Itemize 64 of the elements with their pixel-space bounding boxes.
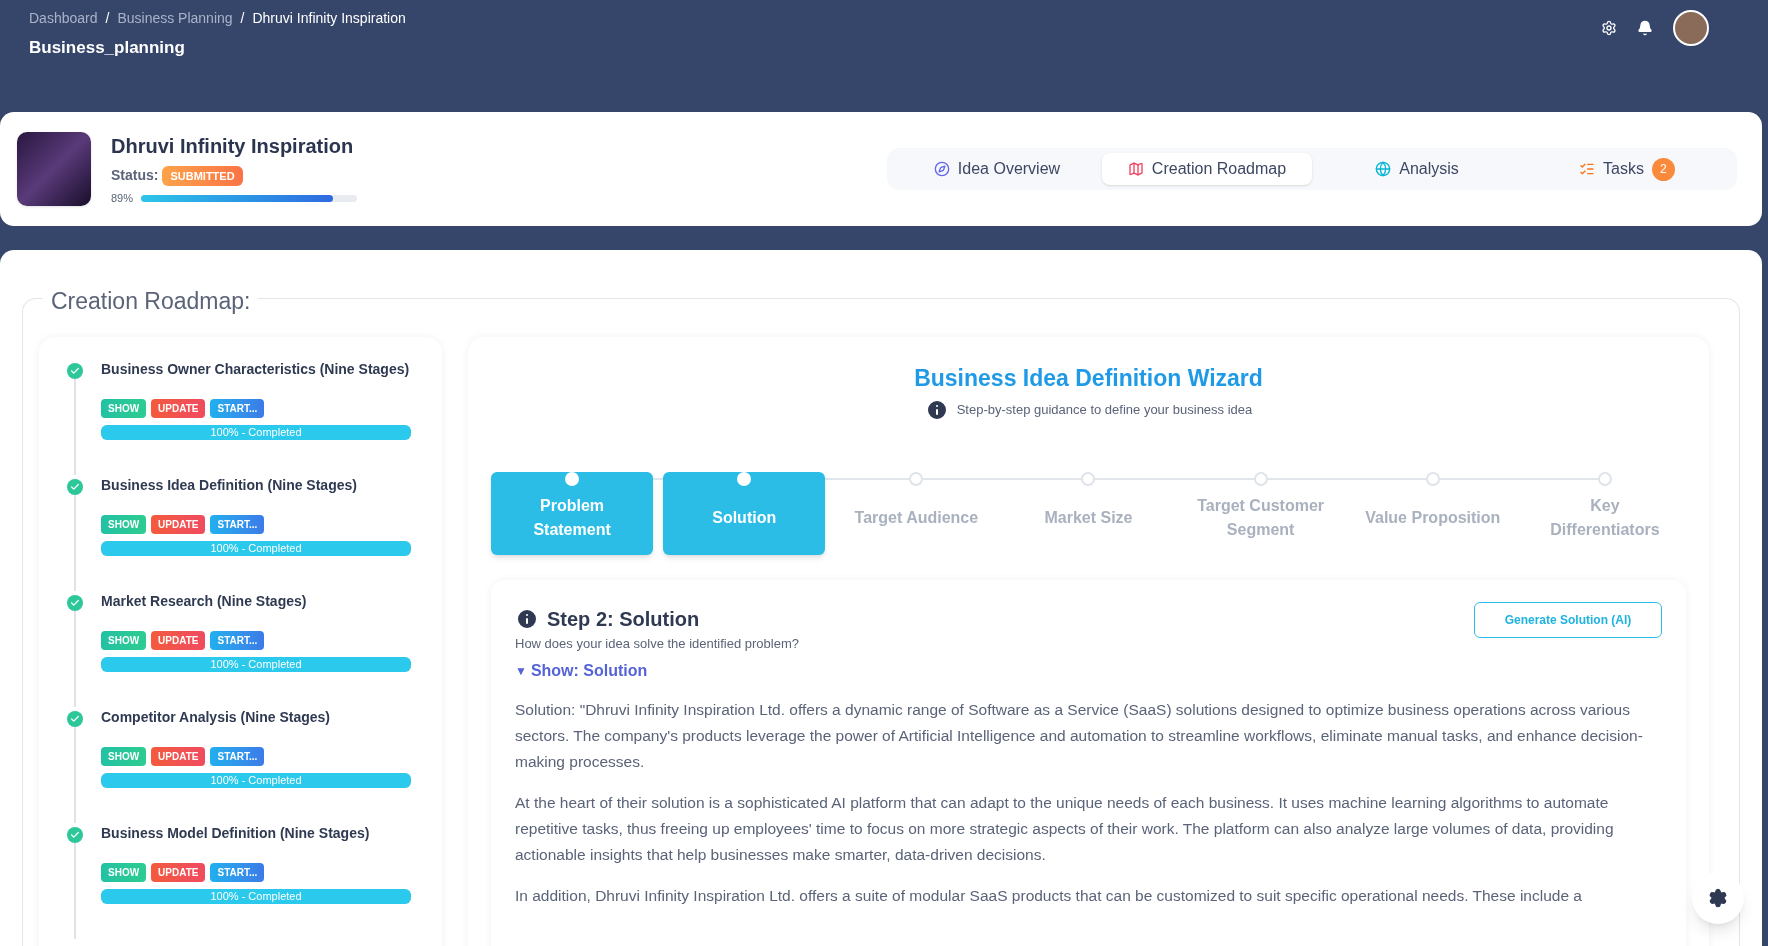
update-button[interactable]: UPDATE — [151, 747, 206, 766]
start-button[interactable]: START... — [210, 399, 265, 418]
stage-progress-text: 100% - Completed — [209, 889, 303, 904]
show-button[interactable]: SHOW — [101, 631, 147, 650]
status-label: Status: — [111, 166, 159, 186]
solution-paragraph: In addition, Dhruvi Infinity Inspiration Ltd. offers a suite of modular SaaS products that can be customized to suit specific operational needs. These include a — [515, 886, 1583, 906]
tab[interactable]: Idea Overview — [892, 153, 1102, 185]
generate-button[interactable]: Generate Solution (AI) — [1474, 601, 1662, 638]
bell-icon[interactable] — [1637, 20, 1653, 36]
update-button[interactable]: UPDATE — [151, 863, 206, 882]
checklist-icon — [1579, 161, 1596, 177]
breadcrumb-link[interactable]: Business Planning — [117, 8, 233, 29]
wizard-step[interactable]: Target Customer Segment — [1179, 471, 1342, 555]
wizard-step[interactable]: Value Proposition — [1351, 471, 1514, 555]
solution-paragraph: At the heart of their solution is a sophisticated AI platform that can adapt to the unique needs of each business. It uses machine learning algorithms to automate repetitive tasks, thus freeing up employees' time to focus on more strategic aspects of their work. The platform can also analyze large volumes of data, providing actionable insights that help businesses make smarter, data-driven decisions. — [515, 793, 1615, 865]
step-title: Step 2: Solution — [547, 606, 700, 632]
project-name: Dhruvi Infinity Inspiration — [111, 134, 355, 160]
tab[interactable]: Analysis — [1312, 153, 1522, 185]
globe-icon — [1375, 161, 1392, 177]
avatar[interactable] — [1673, 10, 1709, 46]
wizard-title: Business Idea Definition Wizard — [913, 364, 1264, 393]
update-button[interactable]: UPDATE — [151, 515, 206, 534]
wizard-step[interactable]: Solution — [663, 471, 826, 555]
start-button[interactable]: START... — [210, 747, 265, 766]
start-button[interactable]: START... — [210, 515, 265, 534]
start-button[interactable]: START... — [210, 863, 265, 882]
wizard-subtitle: Step-by-step guidance to define your business idea — [956, 400, 1253, 419]
show-button[interactable]: SHOW — [101, 515, 147, 534]
progress-percent: 89% — [111, 191, 134, 207]
stage-progress-text: 100% - Completed — [209, 425, 303, 440]
show-button[interactable]: SHOW — [101, 863, 147, 882]
stage-title: Competitor Analysis (Nine Stages) — [101, 708, 331, 727]
status-badge: SUBMITTED — [162, 165, 243, 186]
wizard-step[interactable]: Key Differentiators — [1523, 471, 1686, 555]
breadcrumb-link[interactable]: Dhruvi Infinity Inspiration — [252, 8, 406, 29]
show-solution-toggle[interactable]: ▼ Show: Solution — [515, 659, 648, 683]
wizard-step[interactable]: Problem Statement — [491, 471, 654, 555]
breadcrumb-separator: / — [105, 9, 110, 28]
settings-icon — [1708, 888, 1728, 908]
compass-icon — [933, 161, 950, 177]
stage-progress-text: 100% - Completed — [209, 657, 303, 672]
update-button[interactable]: UPDATE — [151, 399, 206, 418]
stage-title: Market Research (Nine Stages) — [101, 592, 308, 611]
tab[interactable]: Tasks 2 — [1522, 153, 1732, 185]
settings-icon[interactable] — [1601, 20, 1617, 36]
show-button[interactable]: SHOW — [101, 747, 147, 766]
stage-title: Business Owner Characteristics (Nine Stages) — [101, 360, 411, 379]
wizard-step[interactable]: Market Size — [1007, 471, 1170, 555]
step-question: How does your idea solve the identified problem? — [515, 634, 799, 653]
stage-title: Business Model Definition (Nine Stages) — [101, 824, 371, 843]
solution-paragraph: Solution: "Dhruvi Infinity Inspiration Ltd. offers a dynamic range of Software as a Service (SaaS) solutions designed to optimize business operations across various sectors. The company's products leverage the power of Artificial Intelligence and automation to streamline workflows, eliminate manual tasks, and enhance decision-making processes. — [515, 700, 1644, 772]
stage-progress-text: 100% - Completed — [209, 541, 303, 556]
tab[interactable]: Creation Roadmap — [1102, 153, 1312, 185]
stage-progress-text: 100% - Completed — [209, 773, 303, 788]
show-button[interactable]: SHOW — [101, 399, 147, 418]
page-title: Business_planning — [29, 37, 186, 59]
count-badge: 2 — [1651, 157, 1675, 181]
stage-title: Business Idea Definition (Nine Stages) — [101, 476, 358, 495]
start-button[interactable]: START... — [210, 631, 265, 650]
update-button[interactable]: UPDATE — [151, 631, 206, 650]
breadcrumb-separator: / — [240, 9, 245, 28]
wizard-step[interactable]: Target Audience — [835, 471, 998, 555]
breadcrumb-link[interactable]: Dashboard — [29, 8, 98, 29]
map-icon — [1127, 161, 1144, 177]
